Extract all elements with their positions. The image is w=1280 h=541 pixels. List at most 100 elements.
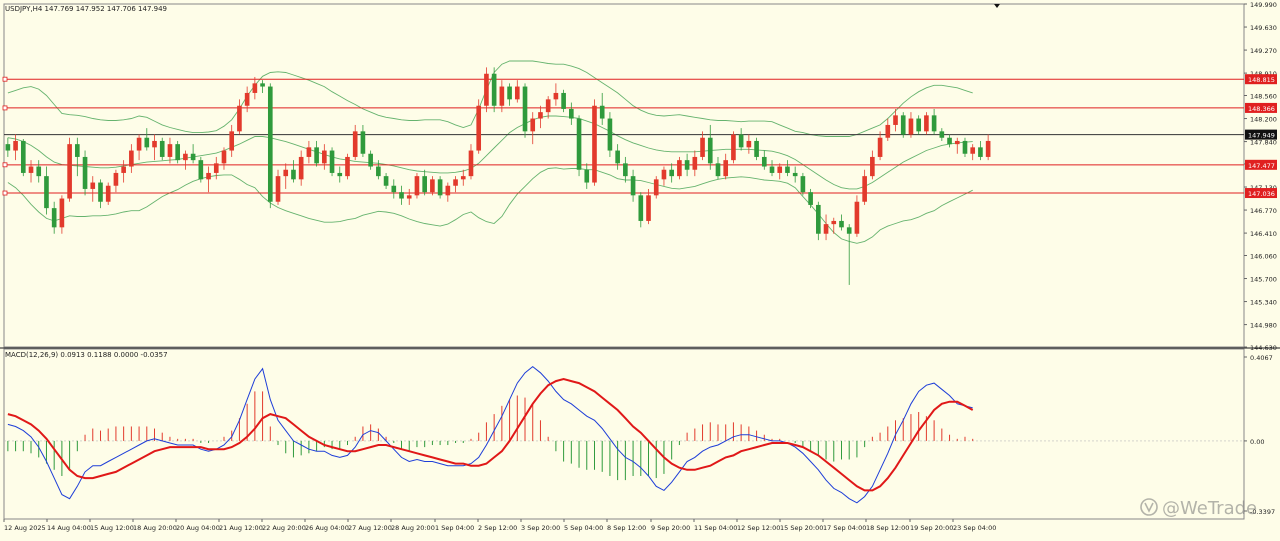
candle-body [808, 192, 813, 205]
time-tick-label: 21 Aug 12:00 [219, 524, 263, 532]
candle-body [152, 140, 157, 148]
candle-body [692, 156, 698, 170]
candle-body [592, 105, 597, 183]
candle-body [267, 86, 273, 202]
macd-signal-line [7, 377, 974, 492]
time-tick-label: 8 Sep 12:00 [607, 524, 646, 532]
candle-body [646, 195, 651, 221]
candle-body [414, 176, 420, 196]
bollinger-middle-line [7, 115, 973, 190]
time-tick-label: 22 Aug 20:00 [262, 524, 306, 532]
candle-body [221, 150, 227, 164]
candle-body [105, 185, 111, 202]
candle-body [653, 179, 659, 196]
time-tick-label: 5 Sep 04:00 [564, 524, 603, 532]
candle-body [422, 176, 427, 193]
candle-body [59, 198, 65, 228]
candle-body [90, 182, 96, 189]
price-tick-label: 148.560 [1250, 93, 1277, 101]
time-tick-label: 11 Sep 04:00 [694, 524, 737, 532]
candle-body [98, 182, 103, 202]
candle-body [129, 150, 134, 167]
candle-body [322, 150, 327, 164]
candle-body [51, 208, 57, 228]
candle-body [947, 137, 952, 145]
candle-body [723, 160, 729, 177]
price-tick-label: 144.630 [1250, 344, 1277, 352]
candle-body [816, 204, 821, 234]
candle-body [275, 176, 281, 202]
candle-body [376, 166, 381, 177]
candle-body [159, 140, 165, 157]
time-tick-label: 18 Aug 20:00 [133, 524, 177, 532]
candle-body [877, 137, 883, 157]
bollinger-upper-line [7, 60, 973, 137]
candle-body [738, 134, 744, 148]
time-tick-label: 23 Sep 04:00 [953, 524, 996, 532]
candle-body [769, 166, 775, 173]
price-tick-label: 147.840 [1250, 139, 1277, 147]
time-tick-label: 2 Sep 12:00 [478, 524, 517, 532]
candle-body [700, 137, 705, 157]
candle-body [491, 73, 497, 106]
candle-body [198, 160, 204, 180]
candle-body [545, 99, 551, 113]
time-tick-label: 3 Sep 20:00 [521, 524, 560, 532]
candle-body [761, 156, 767, 167]
candle-body [484, 73, 489, 106]
candle-body [167, 144, 173, 157]
candle-body [67, 144, 72, 199]
macd-info-label: MACD(12,26,9) 0.0913 0.1188 0.0000 -0.03… [5, 351, 168, 359]
symbol-info-label: USDJPY,H4 147.769 147.952 147.706 147.94… [5, 5, 167, 13]
candle-body [746, 140, 752, 148]
candle-body [623, 163, 628, 177]
candle-body [785, 166, 790, 173]
time-tick-label: 28 Aug 20:00 [391, 524, 435, 532]
macd-tick-label: 0.4067 [1250, 354, 1273, 362]
candle-body [360, 131, 366, 154]
chart-canvas[interactable]: 149.990149.630149.270148.910148.560148.2… [0, 0, 1280, 537]
time-tick-label: 26 Aug 04:00 [305, 524, 349, 532]
candle-body [345, 156, 350, 177]
level-anchor [2, 190, 8, 196]
candle-body [430, 179, 435, 193]
candle-body [630, 176, 636, 196]
watermark-text: @WeTrade [1162, 498, 1257, 519]
candle-body [939, 131, 945, 138]
time-tick-label: 12 Sep 12:00 [737, 524, 780, 532]
candle-body [113, 172, 119, 186]
time-tick-label: 17 Sep 04:00 [823, 524, 866, 532]
price-tick-label: 149.990 [1250, 1, 1277, 9]
candle-body [291, 169, 296, 180]
candle-body [314, 147, 319, 164]
candle-body [538, 112, 543, 119]
candle-body [677, 160, 682, 177]
candle-body [20, 140, 26, 173]
trading-chart[interactable]: 149.990 149.630 149.270 148.910 148.560 148.2… [0, 0, 1280, 537]
candle-body [908, 118, 914, 135]
candle-body [893, 115, 898, 125]
candle-body [514, 86, 520, 100]
candle-body [669, 169, 674, 177]
candle-body [5, 144, 11, 151]
candle-body [298, 156, 304, 180]
price-panel[interactable] [2, 3, 1245, 348]
candle-body [368, 153, 373, 167]
candle-body [962, 140, 968, 154]
candle-body [530, 118, 536, 132]
candle-body [916, 118, 921, 132]
candle-body [244, 92, 250, 106]
macd-panel[interactable] [3, 348, 1245, 520]
candle-body [715, 163, 721, 177]
candle-body [684, 160, 690, 170]
candle-body [931, 115, 937, 132]
candle-body [383, 176, 389, 186]
candle-body [460, 176, 466, 180]
candle-body [306, 147, 312, 157]
candle-body [260, 83, 265, 87]
candle-body [885, 124, 891, 138]
candle-body [754, 140, 759, 157]
time-tick-label: 19 Sep 20:00 [910, 524, 953, 532]
macd-line [7, 365, 973, 504]
price-tick-label: 149.270 [1250, 47, 1277, 55]
